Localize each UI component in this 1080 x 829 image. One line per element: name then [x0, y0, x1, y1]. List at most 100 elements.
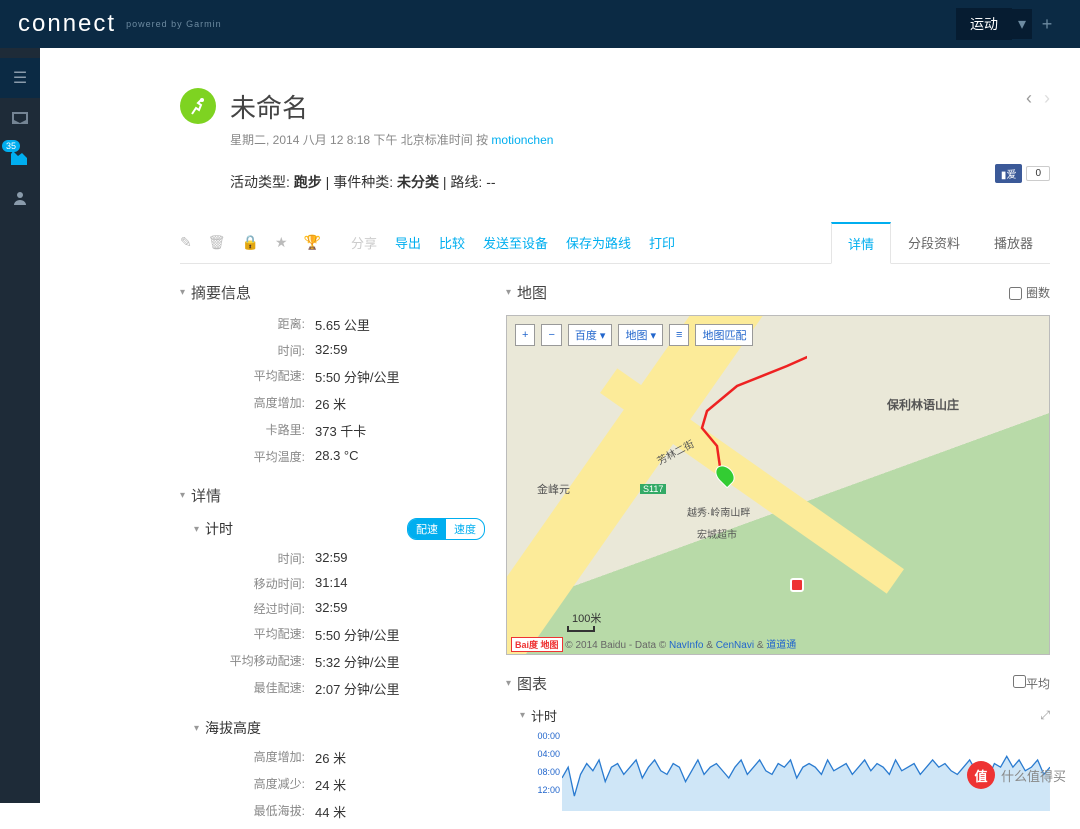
- watermark: 值 什么值得买: [967, 761, 1066, 789]
- watermark-icon: 值: [967, 761, 995, 789]
- map-scale-label: 100米: [572, 610, 601, 626]
- stat-row: 移动时间:31:14: [180, 575, 485, 592]
- laps-checkbox[interactable]: [1009, 287, 1022, 300]
- stat-row: 高度减少:24 米: [180, 775, 485, 794]
- timing-header[interactable]: 计时: [205, 519, 233, 539]
- top-dropdown[interactable]: ▾: [1012, 9, 1032, 39]
- prev-activity-button[interactable]: ‹: [1026, 88, 1032, 109]
- compare-link[interactable]: 比较: [439, 233, 465, 252]
- stat-row: 高度增加:26 米: [180, 394, 485, 413]
- caret-down-icon: ▾: [194, 723, 199, 734]
- map-scale-bar: [567, 626, 595, 632]
- stat-row: 最佳配速:2:07 分钟/公里: [180, 679, 485, 698]
- notifications-icon[interactable]: 35: [0, 138, 40, 178]
- stat-label: 移动时间:: [180, 575, 315, 592]
- stat-row: 高度增加:26 米: [180, 748, 485, 767]
- save-route-link[interactable]: 保存为路线: [566, 233, 631, 252]
- stat-row: 时间:32:59: [180, 550, 485, 567]
- stat-value: 28.3 °C: [315, 448, 359, 465]
- sport-button[interactable]: 运动: [956, 8, 1012, 40]
- content-area: 未命名 星期二, 2014 八月 12 8:18 下午 北京标准时间 按 mot…: [40, 48, 1080, 803]
- sidebar: ☰ 35: [0, 48, 40, 803]
- stat-label: 最低海拔:: [180, 802, 315, 821]
- stat-label: 平均移动配速:: [180, 652, 315, 671]
- summary-header[interactable]: ▾ 摘要信息: [180, 282, 485, 303]
- stat-value: 26 米: [315, 394, 346, 413]
- stat-value: 5:32 分钟/公里: [315, 652, 400, 671]
- stat-label: 最佳配速:: [180, 679, 315, 698]
- stat-value: 24 米: [315, 775, 346, 794]
- stat-label: 高度增加:: [180, 394, 315, 413]
- stat-label: 距离:: [180, 315, 315, 334]
- elevation-header[interactable]: 海拔高度: [205, 718, 261, 738]
- favorite-icon[interactable]: ★: [275, 234, 288, 251]
- stat-row: 平均配速:5:50 分钟/公里: [180, 367, 485, 386]
- stat-value: 31:14: [315, 575, 348, 592]
- share-link[interactable]: 分享: [351, 233, 377, 252]
- next-activity-button[interactable]: ›: [1044, 88, 1050, 109]
- trophy-icon[interactable]: 🏆: [304, 234, 321, 251]
- tab-player[interactable]: 播放器: [977, 222, 1050, 263]
- stat-row: 平均配速:5:50 分钟/公里: [180, 625, 485, 644]
- stat-value: 5:50 分钟/公里: [315, 625, 400, 644]
- stat-label: 卡路里:: [180, 421, 315, 440]
- stat-label: 平均配速:: [180, 367, 315, 386]
- print-link[interactable]: 打印: [649, 233, 675, 252]
- chart-timing-header[interactable]: 计时: [531, 706, 557, 725]
- add-button[interactable]: +: [1032, 9, 1062, 39]
- avg-checkbox-label[interactable]: 平均: [1013, 675, 1050, 692]
- caret-down-icon: ▾: [180, 287, 185, 298]
- map-route-badge: S117: [640, 484, 666, 494]
- stat-label: 平均温度:: [180, 448, 315, 465]
- map-place-label: 宏城超市: [697, 526, 737, 541]
- tab-details[interactable]: 详情: [831, 222, 891, 264]
- avg-checkbox[interactable]: [1013, 675, 1026, 688]
- stat-label: 高度减少:: [180, 775, 315, 794]
- export-link[interactable]: 导出: [395, 233, 421, 252]
- stat-row: 平均移动配速:5:32 分钟/公里: [180, 652, 485, 671]
- caret-down-icon: ▾: [506, 678, 511, 689]
- stat-row: 距离:5.65 公里: [180, 315, 485, 334]
- pace-speed-toggle[interactable]: 配速 速度: [407, 518, 485, 540]
- tab-splits[interactable]: 分段资料: [891, 222, 977, 263]
- edit-icon[interactable]: ✎: [180, 234, 192, 251]
- stat-value: 32:59: [315, 550, 348, 567]
- stat-label: 平均配速:: [180, 625, 315, 644]
- stat-value: 26 米: [315, 748, 346, 767]
- stat-label: 时间:: [180, 342, 315, 359]
- menu-icon[interactable]: ☰: [0, 58, 40, 98]
- stat-value: 2:07 分钟/公里: [315, 679, 400, 698]
- map-container[interactable]: + − 百度 ▾ 地图 ▾ ≡ 地图匹配 保利林语山庄 金峰元 芳林二街 越秀·…: [506, 315, 1050, 655]
- laps-checkbox-label[interactable]: 圈数: [1009, 284, 1050, 301]
- activity-type-icon: [180, 88, 216, 124]
- stat-row: 卡路里:373 千卡: [180, 421, 485, 440]
- stat-row: 时间:32:59: [180, 342, 485, 359]
- details-header[interactable]: ▾ 详情: [180, 485, 485, 506]
- fb-like-count: 0: [1026, 166, 1050, 181]
- delete-icon[interactable]: 🗑: [208, 234, 226, 251]
- send-device-link[interactable]: 发送至设备: [483, 233, 548, 252]
- stat-label: 经过时间:: [180, 600, 315, 617]
- stat-row: 平均温度:28.3 °C: [180, 448, 485, 465]
- gps-track: [507, 316, 807, 466]
- fb-like-button[interactable]: ▮爱: [995, 164, 1023, 183]
- inbox-icon[interactable]: [0, 98, 40, 138]
- author-link[interactable]: motionchen: [491, 133, 553, 147]
- stat-value: 373 千卡: [315, 421, 366, 440]
- top-bar: connect powered by Garmin 运动 ▾ +: [0, 0, 1080, 48]
- expand-chart-icon[interactable]: ⤢: [1040, 708, 1050, 723]
- caret-down-icon: ▾: [520, 710, 525, 721]
- stat-label: 时间:: [180, 550, 315, 567]
- lock-icon[interactable]: 🔒: [242, 234, 259, 251]
- stat-row: 经过时间:32:59: [180, 600, 485, 617]
- chart-header[interactable]: ▾ 图表 平均: [506, 673, 1050, 694]
- activity-date: 星期二, 2014 八月 12 8:18 下午 北京标准时间 按 motionc…: [230, 131, 1026, 148]
- profile-icon[interactable]: [0, 178, 40, 218]
- caret-down-icon: ▾: [180, 490, 185, 501]
- map-place-label: 保利林语山庄: [887, 396, 959, 413]
- map-header[interactable]: ▾ 地图 圈数: [506, 282, 1050, 303]
- stat-value: 32:59: [315, 342, 348, 359]
- stat-value: 5.65 公里: [315, 315, 370, 334]
- stat-label: 高度增加:: [180, 748, 315, 767]
- map-attribution: Bai度 地图 © 2014 Baidu - Data © NavInfo & …: [511, 636, 1045, 652]
